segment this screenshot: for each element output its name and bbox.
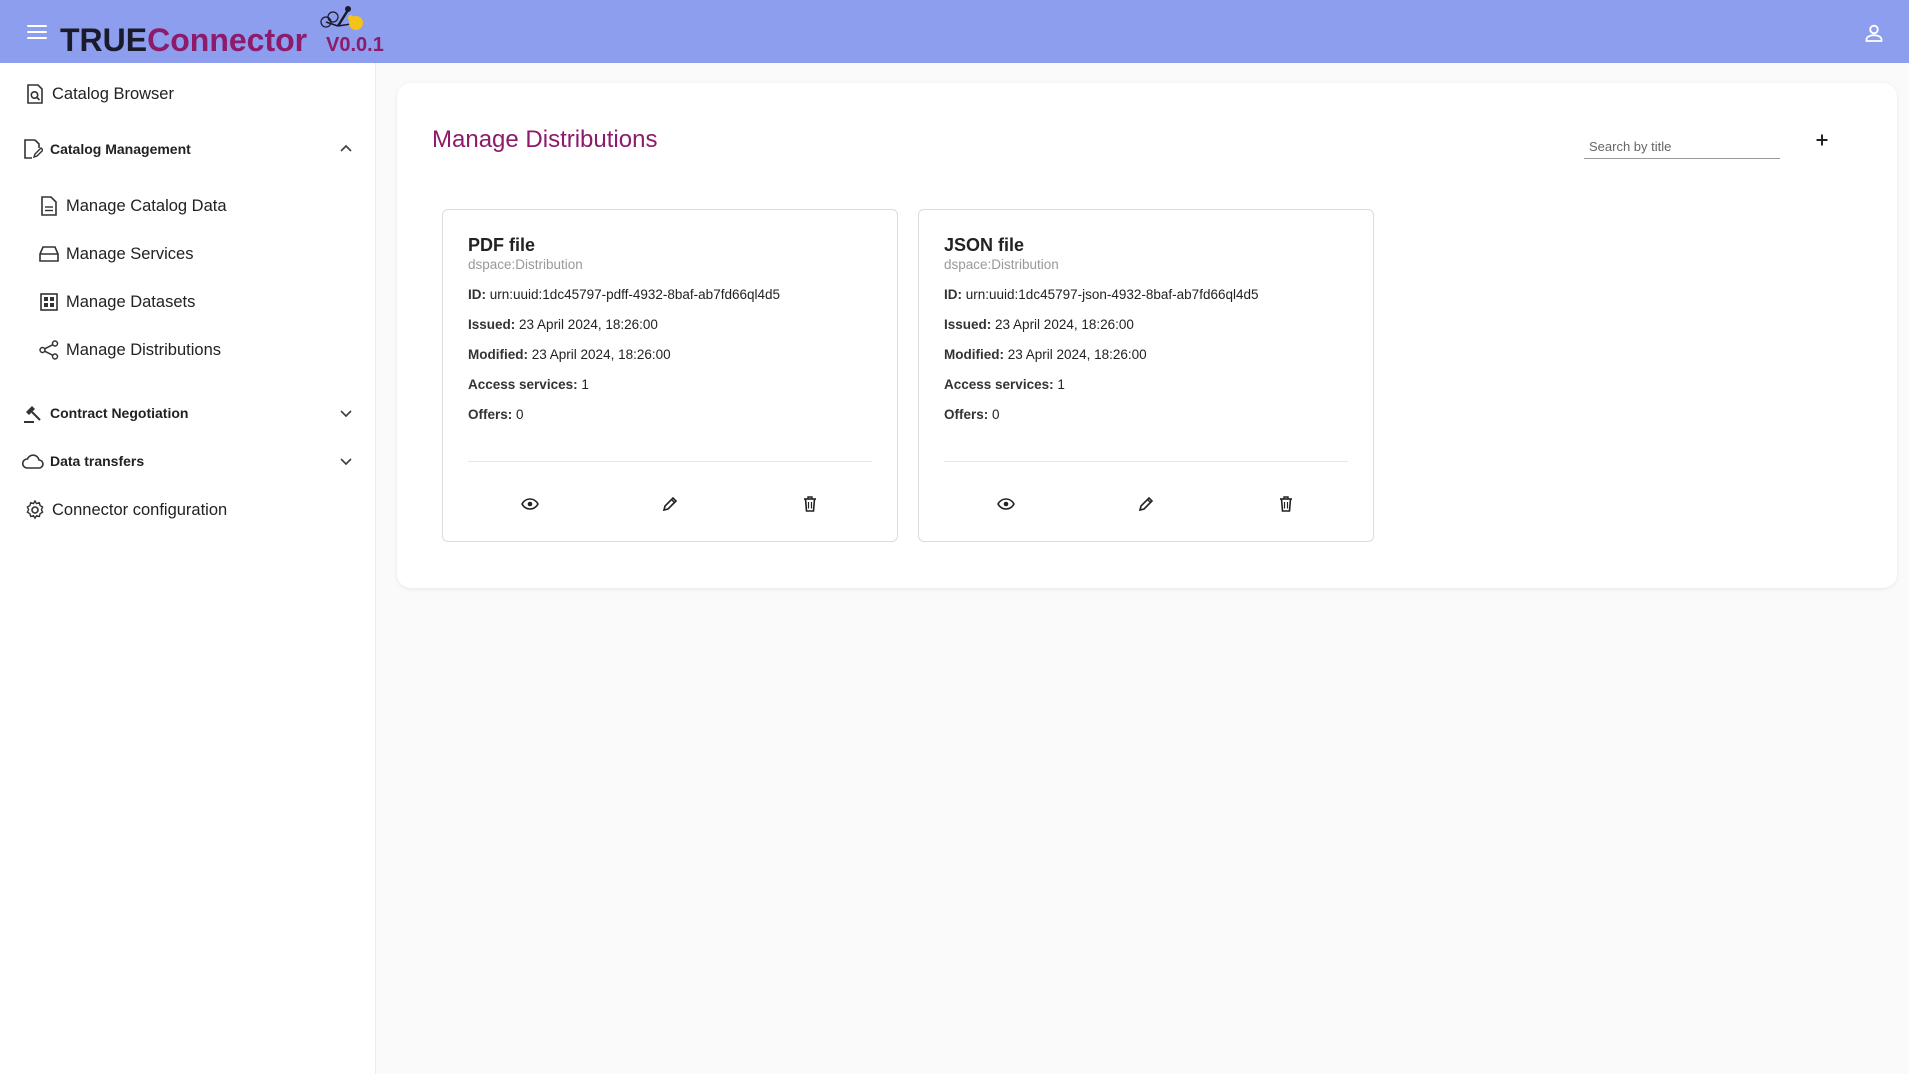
sidebar-item-catalog-management[interactable]: Catalog Management [0,129,376,169]
app-logo: TRUE Connector [60,6,363,58]
sidebar-item-label: Contract Negotiation [50,405,189,421]
card-divider [944,461,1348,462]
card-issued: Issued: 23 April 2024, 18:26:00 [468,317,658,332]
edit-button[interactable] [1134,492,1158,516]
cloud-icon [22,450,44,472]
card-title: PDF file [468,235,536,255]
plus-icon [1816,134,1828,146]
card-id: ID: urn:uuid:1dc45797-json-4932-8baf-ab7… [944,287,1259,302]
sidebar-item-contract-negotiation[interactable]: Contract Negotiation [0,393,376,433]
card-type: dspace:Distribution [468,257,583,272]
document-icon [38,195,60,217]
logo-connector-text: Connector [147,22,308,58]
main-content-card: Manage Distributions PDF file dspace:Dis… [397,83,1897,588]
sidebar-item-label: Data transfers [50,453,145,469]
distribution-card: PDF file dspace:Distribution ID: urn:uui… [442,209,898,542]
sidebar-item-label: Connector configuration [52,500,228,519]
card-divider [468,461,872,462]
chevron-down-icon[interactable] [338,405,354,421]
sidebar-item-catalog-browser[interactable]: Catalog Browser [0,74,376,114]
sidebar-item-manage-catalog-data[interactable]: Manage Catalog Data [0,186,376,226]
card-type: dspace:Distribution [944,257,1059,272]
pencil-icon [1138,496,1154,512]
user-account-icon[interactable] [1865,24,1883,42]
card-access-services: Access services: 1 [468,377,589,392]
delete-button[interactable] [798,492,822,516]
sidebar-item-manage-services[interactable]: Manage Services [0,234,376,274]
delete-button[interactable] [1274,492,1298,516]
sidebar-item-connector-configuration[interactable]: Connector configuration [0,490,376,530]
card-issued: Issued: 23 April 2024, 18:26:00 [944,317,1134,332]
page-title: Manage Distributions [432,126,658,153]
card-id: ID: urn:uuid:1dc45797-pdff-4932-8baf-ab7… [468,287,781,302]
sidebar: Catalog Browser Catalog Management Manag… [0,63,376,1074]
sidebar-item-data-transfers[interactable]: Data transfers [0,441,376,481]
sidebar-item-label: Manage Datasets [66,292,196,311]
share-icon [38,339,60,361]
search-input[interactable] [1584,135,1780,159]
menu-icon[interactable] [24,22,50,42]
sidebar-item-label: Catalog Management [50,141,191,157]
logo-true-text: TRUE [60,22,148,58]
top-app-bar: TRUE Connector V0.0.1 [0,0,1909,63]
sidebar-item-label: Catalog Browser [52,84,174,103]
card-title: JSON file [944,235,1025,255]
trash-icon [804,496,816,512]
app-version: V0.0.1 [326,34,384,56]
distribution-card: JSON file dspace:Distribution ID: urn:uu… [918,209,1374,542]
eye-icon [521,498,539,510]
pencil-icon [662,496,678,512]
sidebar-item-manage-datasets[interactable]: Manage Datasets [0,282,376,322]
grid-icon [38,291,60,313]
card-offers: Offers: 0 [944,407,1000,422]
inbox-tray-icon [38,243,60,265]
card-access-services: Access services: 1 [944,377,1065,392]
eye-icon [997,498,1015,510]
chevron-down-icon[interactable] [338,453,354,469]
catalog-browser-icon [24,83,46,105]
sidebar-item-label: Manage Distributions [66,340,221,359]
chevron-up-icon[interactable] [338,141,354,157]
edit-button[interactable] [658,492,682,516]
sidebar-item-label: Manage Services [66,244,194,263]
card-modified: Modified: 23 April 2024, 18:26:00 [468,347,671,362]
card-modified: Modified: 23 April 2024, 18:26:00 [944,347,1147,362]
edit-document-icon [22,138,44,160]
trash-icon [1280,496,1292,512]
sidebar-item-manage-distributions[interactable]: Manage Distributions [0,330,376,370]
sidebar-item-label: Manage Catalog Data [66,196,227,215]
add-distribution-button[interactable] [1809,127,1835,153]
view-button[interactable] [994,492,1018,516]
view-button[interactable] [518,492,542,516]
gavel-icon [22,402,44,424]
gear-icon [24,499,46,521]
card-offers: Offers: 0 [468,407,524,422]
